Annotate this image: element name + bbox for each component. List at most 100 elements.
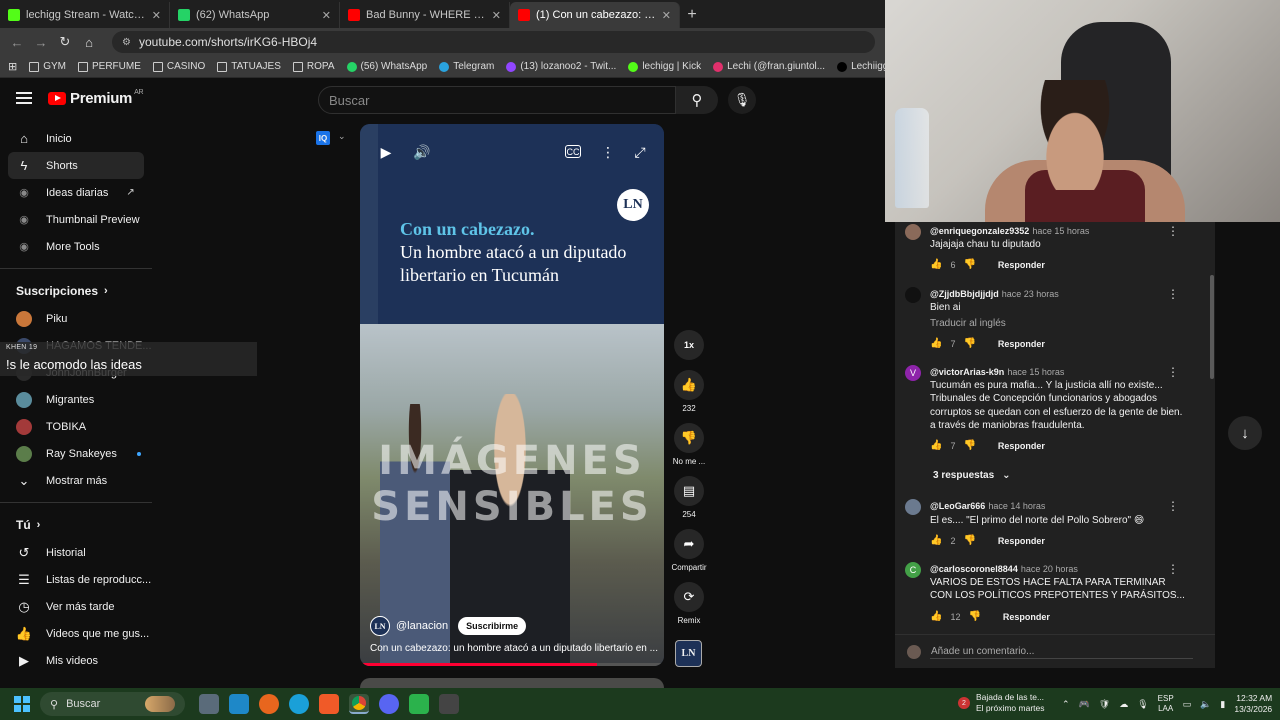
thumbs-up-icon[interactable]: 👍 xyxy=(930,535,942,546)
bookmark-item[interactable]: ROPA xyxy=(292,61,335,72)
app-icon[interactable] xyxy=(439,694,459,714)
bookmark-item[interactable]: TATUAJES xyxy=(217,61,281,72)
back-icon[interactable]: ← xyxy=(10,35,24,50)
apps-icon[interactable]: ⊞ xyxy=(8,60,17,73)
language-indicator[interactable]: ESP LAA xyxy=(1158,694,1174,714)
translate-link[interactable]: Traducir al inglés xyxy=(930,318,1006,329)
share-button[interactable]: ➦ Compartir xyxy=(670,529,708,572)
reply-button[interactable]: Responder xyxy=(998,536,1045,546)
sidebar-item-you[interactable]: ▶ Mis videos xyxy=(0,647,152,674)
thumbs-up-icon[interactable]: 👍 xyxy=(930,611,942,622)
sidebar-item-shorts[interactable]: ϟ Shorts xyxy=(8,152,144,179)
thumbs-up-icon[interactable]: 👍 xyxy=(930,259,942,270)
comment-author[interactable]: @victorArias-k9n xyxy=(930,367,1004,377)
task-view-icon[interactable] xyxy=(199,694,219,714)
commenter-avatar[interactable]: C xyxy=(905,562,921,578)
cloud-icon[interactable]: ☁ xyxy=(1119,699,1128,710)
comment-time[interactable]: hace 15 horas xyxy=(1007,367,1064,377)
voice-search-button[interactable]: 🎙 xyxy=(728,86,756,114)
more-vert-icon[interactable]: ⋮ xyxy=(1167,224,1179,238)
commenter-avatar[interactable] xyxy=(905,224,921,240)
subscription-item[interactable]: Piku xyxy=(0,305,152,332)
browser-tab[interactable]: (1) Con un cabezazo: un hombre ✕ xyxy=(510,2,680,28)
battery-icon[interactable]: ▮ xyxy=(1220,699,1225,710)
subscriptions-header[interactable]: Suscripciones › xyxy=(0,277,152,305)
reply-button[interactable]: Responder xyxy=(998,339,1045,349)
site-info-icon[interactable]: ⚙ xyxy=(122,37,131,48)
sidebar-item-ideas-diarias[interactable]: ◉ Ideas diarias ↗ xyxy=(0,179,152,206)
browser-tab[interactable]: lechigg Stream - Watch Live on ✕ xyxy=(0,2,170,28)
thumbs-down-icon[interactable]: 👎 xyxy=(963,535,975,546)
comment-time[interactable]: hace 14 horas xyxy=(988,501,1045,511)
comment-time[interactable]: hace 20 horas xyxy=(1021,564,1078,574)
close-icon[interactable]: ✕ xyxy=(662,9,671,22)
taskbar-search[interactable]: ⚲ Buscar xyxy=(40,692,185,716)
menu-icon[interactable] xyxy=(16,92,32,104)
obs-app-icon[interactable] xyxy=(409,694,429,714)
chevron-down-icon[interactable]: ⌄ xyxy=(338,131,346,142)
security-icon[interactable]: 🛡 xyxy=(1099,699,1110,710)
thumbs-down-icon[interactable]: 👎 xyxy=(968,611,980,622)
close-icon[interactable]: ✕ xyxy=(492,9,501,22)
search-input[interactable]: Buscar xyxy=(318,86,676,114)
chrome-icon[interactable] xyxy=(349,694,369,714)
play-button[interactable]: ▶ xyxy=(374,142,398,162)
you-header[interactable]: Tú › xyxy=(0,511,152,539)
quality-badge-icon[interactable]: IQ xyxy=(316,131,330,145)
file-explorer-icon[interactable] xyxy=(229,694,249,714)
channel-thumbnail[interactable]: LN xyxy=(675,640,702,667)
shorts-video-player[interactable]: ▶ 🔊 CC ⋮ ⤢ LN Con un cabezazo. Un hombre… xyxy=(360,124,664,666)
add-comment-input[interactable]: Añade un comentario... xyxy=(895,634,1215,668)
comment-author[interactable]: @enriquegonzalez9352 xyxy=(930,226,1029,236)
reload-icon[interactable]: ↻ xyxy=(58,34,72,50)
thumbs-up-icon[interactable]: 👍 xyxy=(930,440,942,451)
subscription-item[interactable]: Migrantes xyxy=(0,386,152,413)
show-more-button[interactable]: ⌄ Mostrar más xyxy=(0,467,152,494)
more-vert-icon[interactable]: ⋮ xyxy=(1167,287,1179,301)
browser-tab[interactable]: (62) WhatsApp ✕ xyxy=(170,2,340,28)
bookmark-item[interactable]: (13) lozanoo2 - Twit... xyxy=(506,61,616,72)
sidebar-item-you[interactable]: 👍 Videos que me gus... xyxy=(0,620,152,647)
video-title[interactable]: Con un cabezazo: un hombre atacó a un di… xyxy=(370,643,660,654)
comment-time[interactable]: hace 23 horas xyxy=(1002,289,1059,299)
address-bar[interactable]: ⚙ youtube.com/shorts/irKG6-HBOj4 xyxy=(112,31,875,53)
brave-icon[interactable] xyxy=(319,694,339,714)
sidebar-item-you[interactable]: ↺ Historial xyxy=(0,539,152,566)
reply-button[interactable]: Responder xyxy=(998,441,1045,451)
search-button[interactable]: ⚲ xyxy=(676,86,718,114)
clock[interactable]: 12:32 AM 13/3/2026 xyxy=(1234,693,1272,715)
close-icon[interactable]: ✕ xyxy=(322,9,331,22)
thumbs-up-icon[interactable]: 👍 xyxy=(930,338,942,349)
mic-icon[interactable]: 🎙 xyxy=(1137,699,1148,710)
volume-icon[interactable]: 🔈 xyxy=(1200,699,1211,710)
bookmark-item[interactable]: CASINO xyxy=(152,61,205,72)
thumbs-down-icon[interactable]: 👎 xyxy=(963,338,975,349)
thumbs-down-icon[interactable]: 👎 xyxy=(963,259,975,270)
sidebar-item-thumbnail-preview[interactable]: ◉ Thumbnail Preview xyxy=(0,206,152,233)
sidebar-item-you[interactable]: ☰ Listas de reproducc... xyxy=(0,566,152,593)
comment-author[interactable]: @LeoGar666 xyxy=(930,501,985,511)
sidebar-item-more-tools[interactable]: ◉ More Tools xyxy=(0,233,152,260)
bookmark-item[interactable]: PERFUME xyxy=(78,61,141,72)
bookmark-item[interactable]: (56) WhatsApp xyxy=(346,61,427,72)
subscription-item[interactable]: TOBIKA xyxy=(0,413,152,440)
edge-icon[interactable] xyxy=(289,694,309,714)
view-replies-button[interactable]: 3 respuestas ⌄ xyxy=(933,470,1011,481)
dislike-button[interactable]: 👎 No me ... xyxy=(670,423,708,466)
video-progress-bar[interactable] xyxy=(360,663,664,666)
channel-avatar[interactable]: LN xyxy=(370,616,390,636)
forward-icon[interactable]: → xyxy=(34,35,48,50)
subscribe-button[interactable]: Suscribirme xyxy=(458,617,527,635)
firefox-icon[interactable] xyxy=(259,694,279,714)
reply-button[interactable]: Responder xyxy=(998,260,1045,270)
more-vert-icon[interactable]: ⋮ xyxy=(1167,365,1179,379)
taskbar-notification[interactable]: 2 Bajada de las te... El próximo martes xyxy=(958,692,1045,714)
like-button[interactable]: 👍 232 xyxy=(670,370,708,413)
bookmark-item[interactable]: Lechi (@fran.giuntol... xyxy=(713,61,825,72)
commenter-avatar[interactable]: V xyxy=(905,365,921,381)
more-vert-icon[interactable]: ⋮ xyxy=(1167,499,1179,513)
bookmark-item[interactable]: Lechiigg (@lechiigg... xyxy=(837,61,885,72)
sidebar-item-inicio[interactable]: ⌂ Inicio xyxy=(0,125,152,152)
more-vert-icon[interactable]: ⋮ xyxy=(1167,562,1179,576)
subscription-item[interactable]: Ray Snakeyes xyxy=(0,440,152,467)
